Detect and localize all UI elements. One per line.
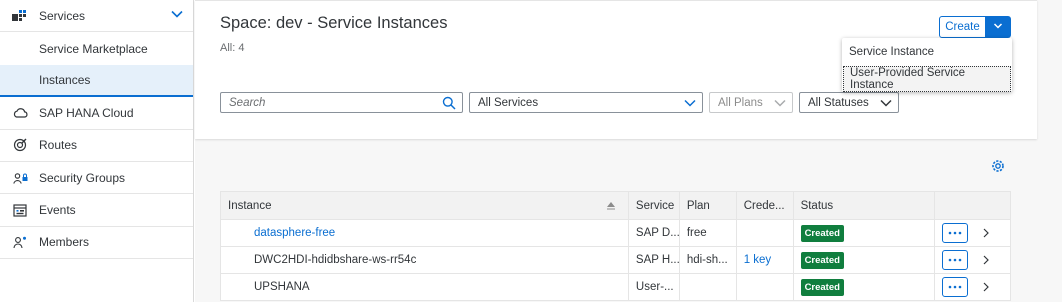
- page-header: Space: dev - Service Instances All: 4 Cr…: [195, 0, 1037, 139]
- column-header-credentials[interactable]: Crede...: [737, 192, 794, 219]
- sidebar-item-events[interactable]: Events: [0, 194, 193, 227]
- create-menu: Service Instance User-Provided Service I…: [842, 38, 1012, 92]
- chevron-right-icon[interactable]: [982, 228, 990, 238]
- sidebar-item-instances[interactable]: Instances: [0, 64, 193, 98]
- plan-cell: free: [680, 220, 737, 246]
- plans-select: All Plans: [709, 92, 793, 113]
- status-badge: Created: [800, 251, 844, 269]
- menu-item-service-instance[interactable]: Service Instance: [843, 39, 1011, 65]
- events-icon: [12, 202, 28, 218]
- status-cell: Created: [794, 247, 936, 273]
- column-header-status[interactable]: Status: [794, 192, 936, 219]
- sidebar-item-label: Service Marketplace: [39, 41, 148, 56]
- routes-icon: [12, 137, 28, 153]
- column-header-actions: [935, 192, 1010, 219]
- actions-cell: [935, 274, 1010, 300]
- instance-cell: DWC2HDI-hdidbshare-ws-rr54c: [221, 247, 629, 273]
- credentials-link[interactable]: 1 key: [744, 254, 772, 266]
- main-content: Space: dev - Service Instances All: 4 Cr…: [195, 0, 1062, 302]
- sidebar-item-label: SAP HANA Cloud: [39, 105, 134, 120]
- instances-table: Instance Service Plan Crede... Status da…: [220, 191, 1011, 301]
- sidebar-item-label: Instances: [39, 72, 91, 87]
- sort-icon: [606, 201, 616, 213]
- instance-cell: UPSHANA: [221, 274, 629, 300]
- menu-item-user-provided-service-instance[interactable]: User-Provided Service Instance: [843, 66, 1011, 92]
- chevron-down-icon: [993, 20, 1003, 34]
- statuses-select-value: All Statuses: [808, 96, 869, 109]
- sidebar-item-label: Members: [39, 235, 90, 250]
- cloud-icon: [12, 105, 28, 121]
- service-cell: SAP H...: [629, 247, 680, 273]
- sidebar-item-members[interactable]: Members: [0, 227, 193, 260]
- status-badge: Created: [800, 224, 844, 242]
- credentials-cell: [737, 220, 794, 246]
- services-select[interactable]: All Services: [469, 92, 703, 113]
- chevron-right-icon[interactable]: [982, 282, 990, 292]
- sidebar-item-label: Events: [39, 203, 76, 218]
- instance-name: DWC2HDI-hdidbshare-ws-rr54c: [254, 254, 417, 266]
- services-select-value: All Services: [478, 96, 539, 109]
- table-row[interactable]: datasphere-free SAP D... free Created: [221, 220, 1010, 247]
- sidebar-item-sap-hana-cloud[interactable]: SAP HANA Cloud: [0, 97, 193, 130]
- search-input[interactable]: [229, 96, 429, 109]
- chevron-down-icon[interactable]: [171, 8, 183, 23]
- sidebar-item-label: Services: [39, 8, 86, 23]
- chevron-right-icon[interactable]: [982, 255, 990, 265]
- sidebar-item-label: Security Groups: [39, 170, 126, 185]
- create-menu-button[interactable]: [985, 16, 1011, 38]
- gear-icon[interactable]: [990, 158, 1006, 174]
- search-icon[interactable]: [442, 96, 456, 113]
- sidebar: Services Service Marketplace Instances S…: [0, 0, 194, 302]
- search-field[interactable]: [220, 92, 463, 113]
- more-actions-button[interactable]: [942, 277, 969, 297]
- instance-link[interactable]: datasphere-free: [254, 227, 335, 239]
- credentials-cell: [737, 274, 794, 300]
- chevron-down-icon: [880, 97, 892, 112]
- credentials-cell: 1 key: [737, 247, 794, 273]
- plans-select-value: All Plans: [718, 96, 763, 109]
- column-header-plan[interactable]: Plan: [680, 192, 737, 219]
- page-title: Space: dev - Service Instances: [220, 14, 448, 32]
- security-groups-icon: [12, 170, 28, 186]
- chevron-down-icon: [684, 97, 696, 112]
- service-cell: SAP D...: [629, 220, 680, 246]
- column-header-instance[interactable]: Instance: [221, 192, 629, 219]
- create-button[interactable]: Create: [939, 16, 986, 38]
- sidebar-item-service-marketplace[interactable]: Service Marketplace: [0, 32, 193, 64]
- table-header-row: Instance Service Plan Crede... Status: [221, 192, 1010, 220]
- members-icon: [12, 234, 28, 250]
- more-actions-button[interactable]: [942, 223, 969, 243]
- sidebar-item-security-groups[interactable]: Security Groups: [0, 162, 193, 195]
- services-icon: [12, 8, 28, 24]
- actions-cell: [935, 247, 1010, 273]
- sidebar-item-routes[interactable]: Routes: [0, 130, 193, 162]
- status-badge: Created: [800, 278, 844, 296]
- actions-cell: [935, 220, 1010, 246]
- status-cell: Created: [794, 274, 936, 300]
- table-row[interactable]: UPSHANA User-... Created: [221, 274, 1010, 301]
- more-actions-button[interactable]: [942, 250, 969, 270]
- statuses-select[interactable]: All Statuses: [799, 92, 899, 113]
- instance-name: UPSHANA: [254, 281, 310, 293]
- instance-cell: datasphere-free: [221, 220, 629, 246]
- sidebar-item-label: Routes: [39, 138, 78, 153]
- plan-cell: [680, 274, 737, 300]
- table-row[interactable]: DWC2HDI-hdidbshare-ws-rr54c SAP H... hdi…: [221, 247, 1010, 274]
- sidebar-item-services[interactable]: Services: [0, 0, 193, 33]
- instance-count: All: 4: [220, 42, 245, 54]
- plan-cell: hdi-sh...: [680, 247, 737, 273]
- column-header-service[interactable]: Service: [629, 192, 680, 219]
- column-header-label: Instance: [228, 199, 272, 212]
- service-cell: User-...: [629, 274, 680, 300]
- status-cell: Created: [794, 220, 936, 246]
- chevron-down-icon: [774, 97, 786, 112]
